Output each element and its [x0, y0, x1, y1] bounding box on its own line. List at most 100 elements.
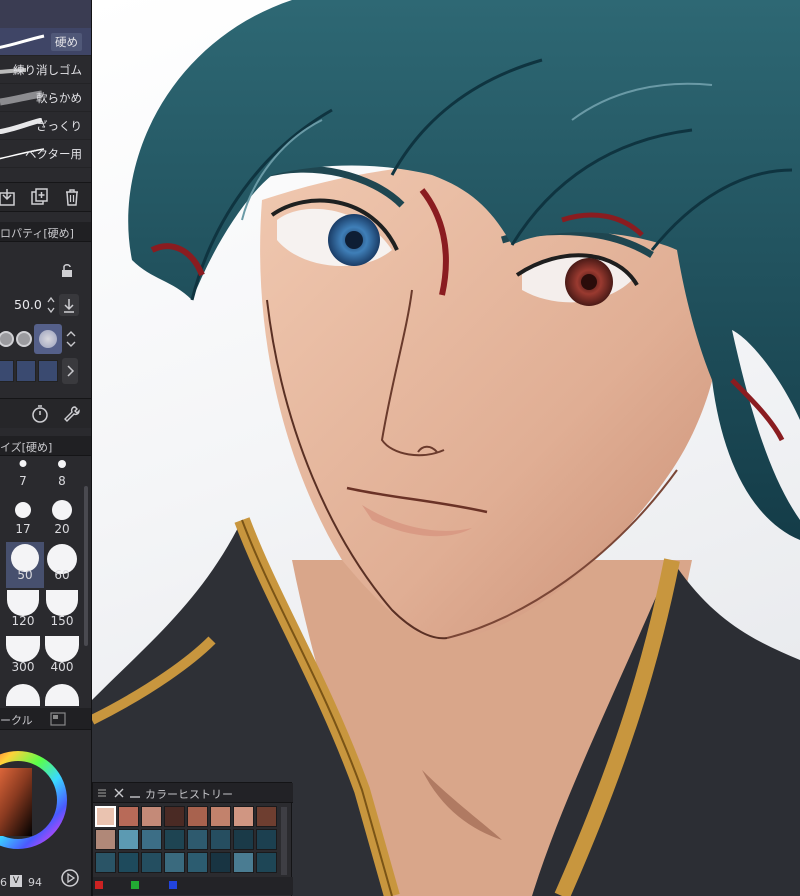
brush-size-cell[interactable]: 8 — [43, 456, 81, 502]
sub-tool-header — [0, 0, 91, 28]
trash-icon[interactable] — [62, 187, 82, 207]
brush-size-scrollbar[interactable] — [84, 486, 88, 646]
color-swatch[interactable] — [210, 806, 231, 827]
brush-size-cell[interactable] — [43, 682, 81, 706]
color-swatch[interactable] — [118, 806, 139, 827]
property-tools-bar — [0, 398, 91, 428]
brush-item-soft[interactable]: 軟らかめ — [0, 84, 91, 112]
brush-size-value[interactable]: 50.0 — [14, 297, 42, 312]
color-wheel-panel: 6 V 94 — [0, 730, 91, 896]
brush-label: 練り消しゴム — [13, 63, 82, 77]
color-swatch[interactable] — [256, 806, 277, 827]
color-swatch[interactable] — [141, 852, 162, 873]
brush-tip-medium[interactable] — [16, 331, 32, 347]
color-history-title: カラーヒストリー — [145, 788, 233, 801]
color-swatch-selected[interactable] — [95, 806, 116, 827]
color-swatch[interactable] — [118, 829, 139, 850]
color-swatch[interactable] — [256, 829, 277, 850]
brush-item-rough[interactable]: ざっくり — [0, 112, 91, 140]
color-swatch[interactable] — [187, 852, 208, 873]
drawing-canvas[interactable] — [92, 0, 800, 896]
minimize-icon[interactable] — [129, 787, 141, 799]
download-icon — [64, 299, 74, 313]
brush-size-cell[interactable] — [4, 682, 42, 706]
color-swatch[interactable] — [164, 806, 185, 827]
brush-label: 硬め — [51, 33, 82, 51]
color-history-scrollbar[interactable] — [281, 807, 287, 875]
tool-property-title: ロパティ[硬め] — [0, 227, 74, 240]
size-download-button[interactable] — [59, 294, 79, 316]
color-swatch[interactable] — [118, 852, 139, 873]
brush-size-cell[interactable]: 60 — [43, 542, 81, 588]
brush-stroke-preview — [0, 34, 45, 49]
color-swatch[interactable] — [95, 852, 116, 873]
brush-size-label: 20 — [54, 522, 70, 536]
brush-size-dot — [6, 636, 40, 662]
color-value-h: 6 — [0, 876, 7, 889]
brush-size-dot — [45, 636, 79, 662]
color-swatch[interactable] — [233, 852, 254, 873]
brush-tip-hard[interactable] — [0, 331, 14, 347]
brush-size-cell[interactable]: 17 — [4, 498, 42, 544]
brush-size-dot — [15, 502, 31, 518]
tool-property-header: ロパティ[硬め] — [0, 222, 91, 242]
color-wheel[interactable] — [0, 730, 70, 870]
stopwatch-icon[interactable] — [30, 404, 50, 424]
duplicate-icon[interactable] — [30, 187, 50, 207]
color-swatch[interactable] — [187, 829, 208, 850]
brush-item-hard[interactable]: 硬め — [0, 28, 91, 56]
color-swatch[interactable] — [233, 829, 254, 850]
color-swatch[interactable] — [233, 806, 254, 827]
brush-size-cell[interactable]: 300 — [4, 636, 42, 682]
chevron-updown-icon[interactable] — [64, 326, 78, 352]
brush-tip-selected[interactable] — [34, 324, 62, 354]
lock-icon[interactable] — [60, 264, 76, 278]
brush-size-cell-selected[interactable]: 50 — [6, 542, 44, 588]
color-swatch[interactable] — [95, 829, 116, 850]
brush-item-kneaded-eraser[interactable]: 練り消しゴム — [0, 56, 91, 84]
color-swatch[interactable] — [187, 806, 208, 827]
brush-size-dot — [6, 684, 40, 706]
brush-tools-bar — [0, 182, 91, 212]
color-swatch[interactable] — [141, 806, 162, 827]
texture-swatch-3[interactable] — [38, 360, 58, 382]
texture-swatch-2[interactable] — [16, 360, 36, 382]
brush-size-panel: 7 8 17 20 50 60 120 150 300 400 — [0, 456, 91, 706]
brush-tip-soft — [39, 330, 57, 348]
texture-next-button[interactable] — [62, 358, 78, 384]
color-value-v: 94 — [28, 876, 42, 889]
brush-size-label: 17 — [15, 522, 31, 536]
close-icon[interactable] — [113, 787, 125, 799]
color-swatch[interactable] — [256, 852, 277, 873]
wrench-icon[interactable] — [62, 404, 82, 424]
color-swatch[interactable] — [164, 829, 185, 850]
brush-size-cell[interactable]: 7 — [4, 456, 42, 502]
panel-tab-icon[interactable] — [50, 712, 66, 726]
color-marker — [95, 881, 103, 889]
color-swatch[interactable] — [210, 852, 231, 873]
color-wheel-title: ークル — [0, 714, 33, 727]
play-circle-icon[interactable] — [60, 868, 80, 888]
portrait-artwork — [92, 0, 800, 896]
color-swatch[interactable] — [210, 829, 231, 850]
import-icon[interactable] — [0, 187, 18, 207]
size-spinner-icon[interactable] — [46, 294, 56, 316]
brush-size-header: イズ[硬め] — [0, 436, 91, 456]
brush-list: 硬め 練り消しゴム 軟らかめ ざっくり ベクター用 — [0, 28, 91, 168]
brush-size-dot — [58, 460, 66, 468]
drag-handle-icon[interactable] — [97, 787, 107, 799]
color-history-header: カラーヒストリー — [93, 783, 293, 803]
brush-size-cell[interactable]: 150 — [43, 590, 81, 636]
color-history-panel: カラーヒストリー — [92, 782, 293, 896]
color-swatch[interactable] — [141, 829, 162, 850]
brush-size-cell[interactable]: 400 — [43, 636, 81, 682]
texture-swatch-1[interactable] — [0, 360, 14, 382]
brush-size-cell[interactable]: 20 — [43, 498, 81, 544]
brush-size-cell[interactable]: 120 — [4, 590, 42, 636]
color-marker — [131, 881, 139, 889]
brush-item-vector[interactable]: ベクター用 — [0, 140, 91, 168]
left-panel: 硬め 練り消しゴム 軟らかめ ざっくり ベクター用 ロパティ[硬め] 50.0 — [0, 0, 92, 896]
tool-property-panel: 50.0 — [0, 242, 91, 398]
color-swatch[interactable] — [164, 852, 185, 873]
chevron-right-icon — [67, 365, 75, 377]
